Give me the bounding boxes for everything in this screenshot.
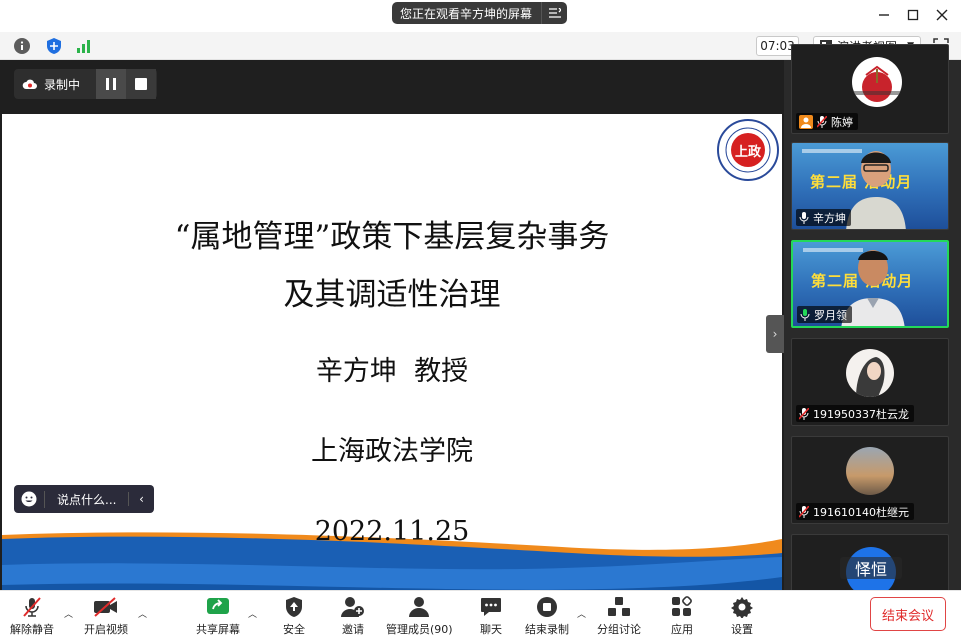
- close-icon[interactable]: [931, 4, 953, 26]
- avatar: [846, 447, 894, 495]
- minimize-icon[interactable]: [873, 4, 895, 26]
- avatar: [852, 57, 902, 107]
- viewing-share-indicator[interactable]: 您正在观看辛方坤的屏幕: [392, 2, 567, 24]
- end-meeting-button[interactable]: 结束会议: [870, 597, 946, 631]
- apps-button[interactable]: 应用: [667, 595, 697, 637]
- participant-name-tag: 罗月领: [797, 306, 852, 323]
- stop-recording-button[interactable]: [126, 69, 156, 99]
- participant-name-tag: 辛方坤: [796, 209, 851, 226]
- settings-button[interactable]: 设置: [727, 595, 757, 637]
- maximize-icon[interactable]: [902, 4, 924, 26]
- info-icon[interactable]: [13, 37, 31, 55]
- participant-video-person: [846, 151, 906, 229]
- add-user-icon: [338, 595, 368, 619]
- chat-button[interactable]: 聊天: [476, 595, 506, 637]
- signal-icon[interactable]: [76, 37, 94, 55]
- mic-muted-icon: [799, 407, 809, 420]
- apps-icon: [667, 595, 697, 619]
- university-logo: 上政: [716, 118, 780, 182]
- cloud-record-icon: [22, 79, 37, 89]
- avatar: [846, 349, 894, 397]
- chat-icon: [476, 595, 506, 619]
- participant-gallery: 陈婷 第二届 活动月 辛方坤 第二届 活动月 罗月领 191950337杜云龙 …: [784, 44, 961, 596]
- participant-name-tag: 191610140杜继元: [796, 503, 914, 520]
- chevron-left-icon[interactable]: ‹: [128, 492, 154, 506]
- shield-icon[interactable]: [45, 37, 63, 55]
- chevron-right-icon: ›: [772, 327, 778, 341]
- presentation-slide: 上政 “属地管理”政策下基层复杂事务 及其调适性治理 辛方坤 教授 上海政法学院…: [2, 114, 782, 612]
- participant-name-tag: 陈婷: [796, 113, 858, 130]
- slide-title-line2: 及其调适性治理: [283, 277, 501, 313]
- list-icon[interactable]: [541, 2, 567, 24]
- recording-label: 录制中: [44, 77, 81, 92]
- mic-muted-icon: [17, 595, 47, 619]
- security-button[interactable]: 安全: [279, 595, 309, 637]
- share-options-chevron-icon[interactable]: ︿: [248, 607, 257, 620]
- unmute-button[interactable]: 解除静音: [10, 595, 54, 637]
- meeting-toolbar: 解除静音 ︿ 开启视频 ︿ 共享屏幕 ︿ 安全 邀请 管理成员(90) 聊天 结…: [0, 590, 961, 641]
- microphone-icon: [799, 211, 809, 224]
- slide-institution: 上海政法学院: [311, 436, 473, 467]
- shared-screen: 上政 “属地管理”政策下基层复杂事务 及其调适性治理 辛方坤 教授 上海政法学院…: [0, 60, 784, 612]
- slide-date: 2022.11.25: [314, 516, 470, 547]
- breakout-rooms-icon: [604, 595, 634, 619]
- participants-icon: [404, 595, 434, 619]
- share-screen-button[interactable]: 共享屏幕: [196, 595, 240, 637]
- participant-tile-active-speaker[interactable]: 第二届 活动月 罗月领: [791, 240, 949, 328]
- gear-icon: [727, 595, 757, 619]
- invite-button[interactable]: 邀请: [338, 595, 368, 637]
- breakout-rooms-button[interactable]: 分组讨论: [597, 595, 641, 637]
- stop-icon: [135, 78, 147, 90]
- slide-presenter: 辛方坤 教授: [315, 356, 469, 387]
- sharing-text: 您正在观看辛方坤的屏幕: [400, 6, 533, 21]
- stop-record-icon: [532, 595, 562, 619]
- logo-text: 上政: [734, 145, 761, 160]
- slide-title-line1: “属地管理”政策下基层复杂事务: [174, 219, 610, 255]
- zoom-meeting-window: 您正在观看辛方坤的屏幕 07:03 演讲者视图 ▼: [0, 0, 961, 641]
- scroll-down-icon[interactable]: ⌄: [862, 557, 871, 570]
- stop-recording-button[interactable]: 结束录制: [525, 595, 569, 637]
- participant-tile[interactable]: 191610140杜继元: [791, 436, 949, 524]
- mic-muted-icon: [799, 505, 809, 518]
- recording-options-chevron-icon[interactable]: ︿: [577, 607, 586, 620]
- manage-participants-button[interactable]: 管理成员(90): [386, 595, 453, 637]
- smiley-icon[interactable]: [14, 491, 44, 507]
- participant-tile[interactable]: 陈婷: [791, 44, 949, 134]
- video-off-icon: [91, 595, 121, 619]
- video-options-chevron-icon[interactable]: ︿: [138, 607, 147, 620]
- start-video-button[interactable]: 开启视频: [84, 595, 128, 637]
- title-bar: 您正在观看辛方坤的屏幕: [0, 0, 961, 32]
- share-screen-icon: [203, 595, 233, 619]
- reaction-chat-bar[interactable]: 说点什么... ‹: [14, 485, 154, 513]
- pause-recording-button[interactable]: [96, 69, 126, 99]
- user-icon: [799, 114, 813, 129]
- participant-tile[interactable]: 怿恒 ⌄: [791, 534, 949, 596]
- participant-tile[interactable]: 第二届 活动月 辛方坤: [791, 142, 949, 230]
- mic-muted-icon: [817, 115, 827, 128]
- participant-name-tag: 191950337杜云龙: [796, 405, 914, 422]
- microphone-active-icon: [800, 308, 810, 321]
- chat-placeholder[interactable]: 说点什么...: [44, 490, 128, 508]
- audio-options-chevron-icon[interactable]: ︿: [64, 607, 73, 620]
- collapse-gallery-button[interactable]: ›: [766, 315, 784, 353]
- participant-tile[interactable]: 191950337杜云龙: [791, 338, 949, 426]
- pause-icon: [106, 78, 116, 90]
- recording-indicator: 录制中: [14, 69, 157, 99]
- shield-icon: [279, 595, 309, 619]
